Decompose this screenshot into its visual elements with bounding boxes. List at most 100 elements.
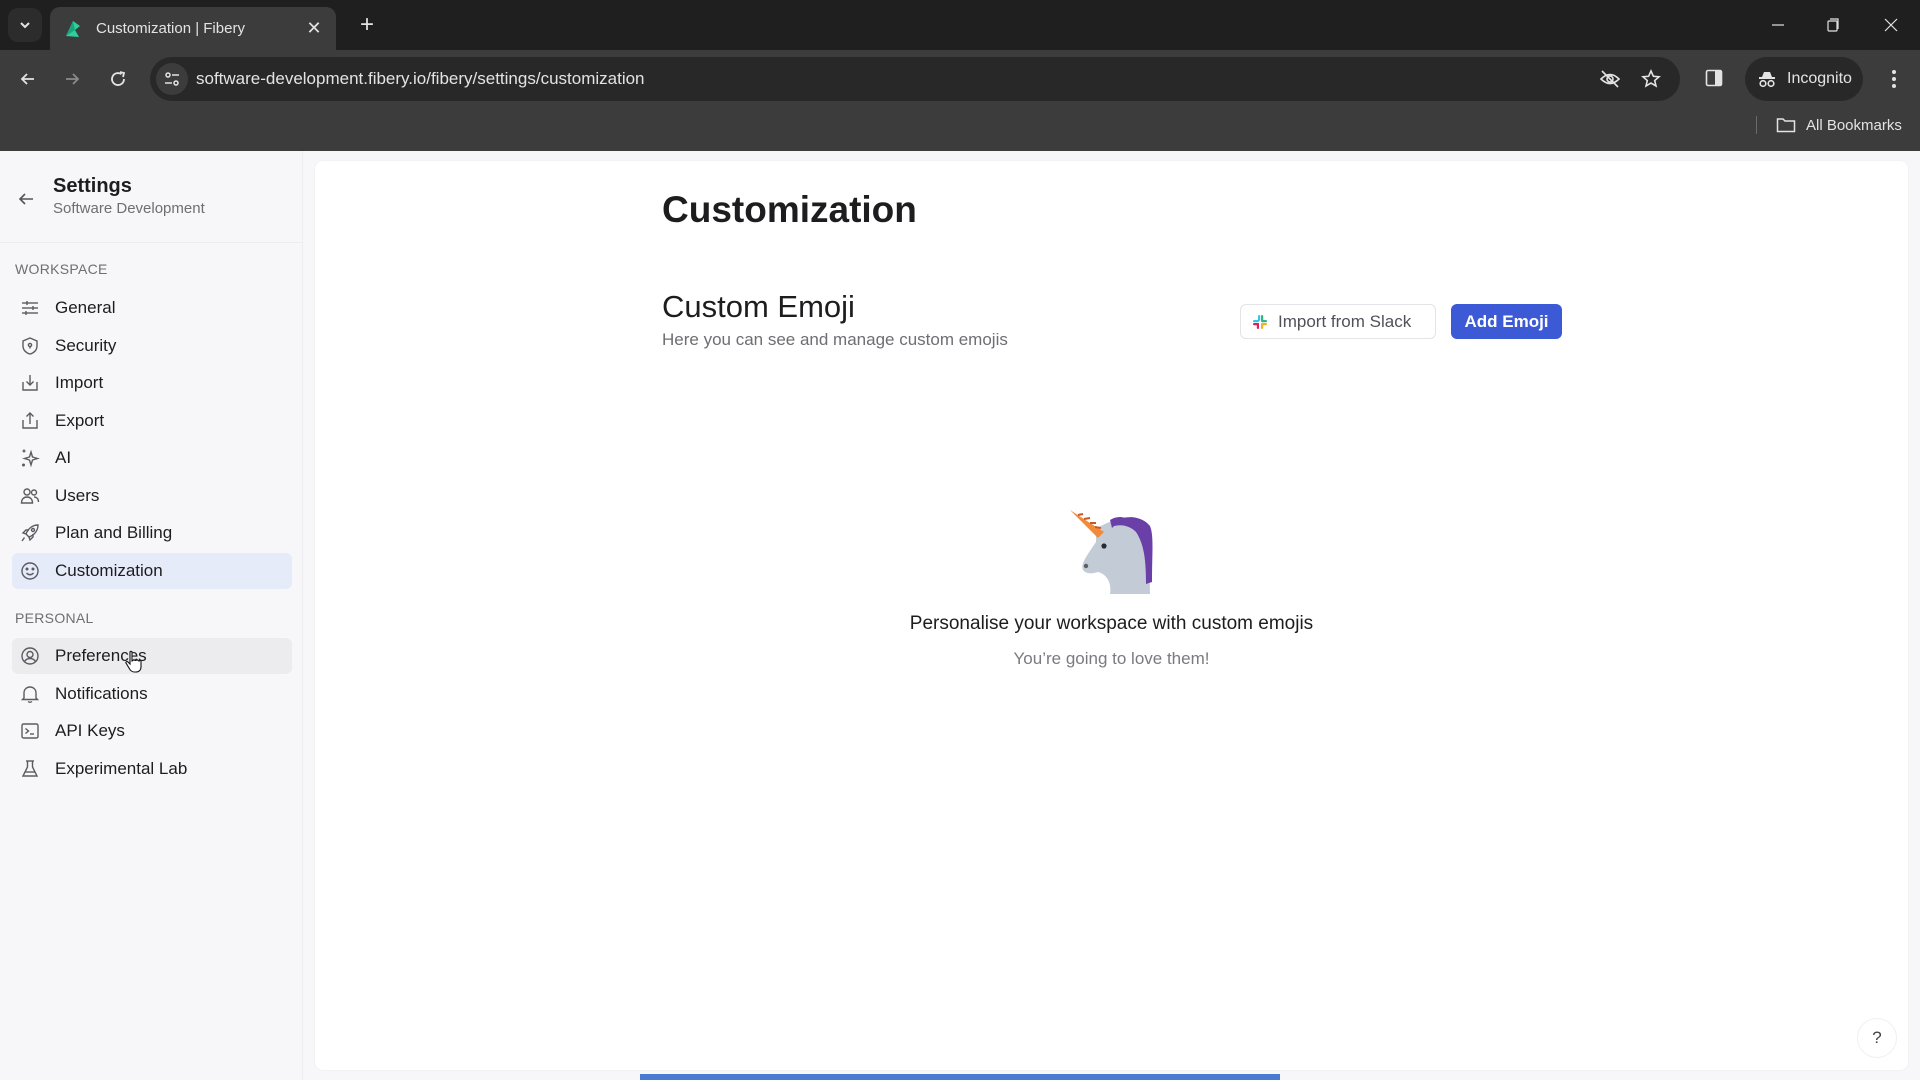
browser-chrome: Customization | Fibery ✕ + software-deve… (0, 0, 1920, 151)
sidebar-item-label: Customization (55, 561, 163, 580)
incognito-label: Incognito (1787, 70, 1852, 87)
pointer-cursor-icon (125, 650, 142, 673)
help-icon: ? (1872, 1028, 1882, 1047)
sidebar-item-export[interactable]: Export (12, 403, 292, 439)
chevron-down-icon (20, 22, 30, 29)
sidebar-item-label: General (55, 298, 116, 317)
back-to-workspace-button[interactable] (16, 189, 36, 209)
tracking-protection-button[interactable] (1598, 67, 1622, 91)
section-subtitle: Here you can see and manage custom emoji… (662, 330, 1008, 349)
arrow-right-icon (66, 73, 80, 85)
sidebar-title: Settings (53, 175, 132, 197)
all-bookmarks-label: All Bookmarks (1806, 116, 1902, 134)
sidebar-item-customization[interactable]: Customization (12, 553, 292, 589)
terminal-icon (20, 721, 40, 741)
slack-icon (1253, 314, 1267, 329)
back-button[interactable] (12, 63, 44, 95)
export-icon (20, 411, 40, 431)
folder-icon (1776, 118, 1796, 133)
sidebar-header: Settings Software Development (0, 151, 303, 243)
tab-search-button[interactable] (8, 8, 42, 42)
site-info-button[interactable] (156, 63, 188, 95)
sidebar-subtitle: Software Development (53, 200, 205, 217)
add-emoji-button[interactable]: Add Emoji (1451, 304, 1562, 339)
bookmarks-bar: All Bookmarks (0, 108, 1920, 151)
sidebar-item-api-keys[interactable]: API Keys (12, 713, 292, 749)
side-panel-icon (1705, 69, 1723, 87)
shield-icon (20, 336, 40, 356)
import-icon (20, 373, 40, 393)
empty-state-subtitle: You’re going to love them! (1013, 649, 1210, 668)
reload-button[interactable] (102, 63, 134, 95)
smile-icon (20, 561, 40, 581)
address-bar[interactable]: software-development.fibery.io/fibery/se… (150, 57, 1680, 101)
restore-button[interactable] (1810, 10, 1856, 40)
tab-strip: Customization | Fibery ✕ + (0, 0, 1920, 50)
arrow-left-icon (20, 73, 34, 85)
sliders-icon (20, 298, 40, 318)
restore-icon (1827, 18, 1839, 32)
browser-tab[interactable]: Customization | Fibery ✕ (50, 7, 336, 50)
page-title: Customization (662, 189, 917, 230)
arrow-left-icon (18, 193, 33, 205)
incognito-icon (1759, 72, 1775, 88)
sidebar-item-users[interactable]: Users (12, 478, 292, 514)
help-button[interactable]: ? (1857, 1018, 1897, 1058)
unicorn-icon (1070, 510, 1153, 594)
star-icon (1641, 69, 1661, 88)
section-label-personal: PERSONAL (15, 610, 94, 626)
sidebar-item-label: Notifications (55, 684, 148, 703)
close-window-button[interactable] (1868, 10, 1914, 40)
bookmark-button[interactable] (1639, 67, 1663, 91)
settings-sidebar: Settings Software Development WORKSPACE … (0, 151, 303, 1080)
tune-icon (165, 72, 179, 86)
section-label-workspace: WORKSPACE (15, 261, 108, 277)
minimize-icon (1772, 24, 1784, 26)
sidebar-item-label: Users (55, 486, 100, 505)
forward-button[interactable] (56, 63, 88, 95)
flask-icon (20, 759, 40, 779)
users-icon (20, 486, 40, 506)
sidebar-item-label: AI (55, 448, 72, 467)
sidebar-item-preferences[interactable]: Preferences (12, 638, 292, 674)
sidebar-item-experimental-lab[interactable]: Experimental Lab (12, 751, 292, 787)
main-content: Customization Custom Emoji Here you can … (315, 161, 1908, 1070)
close-icon[interactable]: ✕ (304, 18, 324, 39)
empty-state-title: Personalise your workspace with custom e… (909, 613, 1314, 634)
all-bookmarks-button[interactable]: All Bookmarks (1776, 112, 1902, 138)
close-icon (1884, 18, 1898, 32)
minimize-button[interactable] (1755, 10, 1801, 40)
sidebar-item-label: Export (55, 411, 105, 430)
section-title: Custom Emoji (662, 289, 855, 324)
sidebar-item-notifications[interactable]: Notifications (12, 676, 292, 712)
eye-off-icon (1599, 70, 1621, 88)
sidebar-item-plan-and-billing[interactable]: Plan and Billing (12, 515, 292, 551)
more-vertical-icon (1892, 70, 1896, 88)
sidebar-item-general[interactable]: General (12, 290, 292, 326)
bookmarks-divider (1756, 116, 1757, 134)
reload-icon (111, 71, 126, 86)
sidebar-item-label: Import (55, 373, 104, 392)
tab-title: Customization | Fibery (96, 20, 245, 37)
sidebar-item-label: API Keys (55, 721, 125, 740)
sidebar-item-label: Plan and Billing (55, 523, 173, 542)
user-circle-icon (20, 646, 40, 666)
plus-icon: + (359, 11, 374, 38)
fibery-logo-icon (66, 20, 80, 37)
sidebar-item-security[interactable]: Security (12, 328, 292, 364)
sidebar-item-label: Security (55, 336, 117, 355)
sidebar-item-ai[interactable]: AI (12, 440, 292, 476)
sparkles-icon (20, 448, 40, 468)
new-tab-button[interactable]: + (355, 12, 379, 38)
sidebar-item-import[interactable]: Import (12, 365, 292, 401)
side-panel-button[interactable] (1700, 63, 1728, 93)
rocket-icon (20, 523, 40, 543)
loading-progress-bar (640, 1074, 1280, 1080)
import-from-slack-label: Import from Slack (1278, 311, 1412, 331)
bell-icon (20, 684, 40, 704)
url-text[interactable]: software-development.fibery.io/fibery/se… (196, 69, 645, 89)
import-from-slack-button[interactable]: Import from Slack (1240, 304, 1436, 339)
browser-toolbar: software-development.fibery.io/fibery/se… (0, 50, 1920, 108)
browser-menu-button[interactable] (1880, 63, 1908, 95)
incognito-badge[interactable]: Incognito (1745, 57, 1863, 101)
